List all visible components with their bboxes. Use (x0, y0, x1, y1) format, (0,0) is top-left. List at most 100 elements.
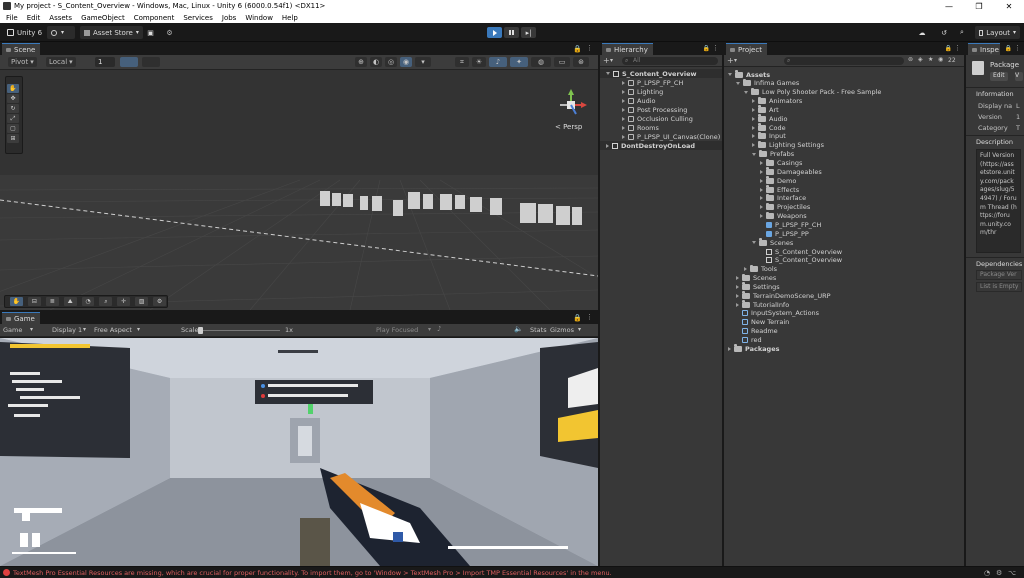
expand-arrow-icon[interactable] (606, 143, 609, 148)
layers-icon[interactable]: ≣ (45, 297, 59, 306)
history-icon[interactable]: ↺ (938, 26, 950, 39)
draw-mode-dropdown[interactable]: ▾ (415, 57, 431, 67)
scale-slider[interactable] (198, 327, 280, 334)
aspect-dropdown[interactable]: Free Aspect (94, 326, 132, 334)
settings-icon[interactable]: ⚙ (996, 569, 1002, 577)
rotate-tool-icon[interactable]: ↻ (7, 104, 19, 113)
lock-icon[interactable]: 🔒 (573, 45, 582, 53)
project-item[interactable]: Art (752, 105, 779, 114)
hierarchy-item[interactable]: Post Processing (622, 105, 687, 114)
hierarchy-item[interactable]: Occlusion Culling (622, 114, 693, 123)
project-item[interactable]: Animators (752, 96, 802, 106)
menu-jobs[interactable]: Jobs (222, 14, 236, 22)
collapse-arrow-icon[interactable] (728, 73, 732, 76)
expand-arrow-icon[interactable] (760, 169, 763, 174)
step-button[interactable]: ▸| (521, 27, 536, 38)
lighting-icon[interactable]: ☀ (472, 57, 486, 67)
collapse-arrow-icon[interactable] (752, 152, 756, 156)
transform-tool-icon[interactable]: ⊞ (7, 134, 19, 143)
hierarchy-item[interactable]: Rooms (622, 123, 659, 132)
expand-arrow-icon[interactable] (622, 98, 625, 103)
expand-arrow-icon[interactable] (622, 134, 625, 139)
more-icon[interactable]: ⋮ (586, 313, 593, 321)
move-tool-icon[interactable]: ✥ (7, 94, 19, 103)
menu-edit[interactable]: Edit (27, 14, 41, 22)
project-search[interactable]: ⌕ (784, 57, 904, 65)
visibility-icon[interactable]: ◉ (938, 56, 943, 63)
project-item[interactable]: Code (752, 123, 786, 132)
scene-view[interactable]: ✋ ✥ ↻ ⤢ ▢ ⊞ < Persp ✋ ⊟ ≣ ⛰ ◔ ⌕ ✛ ▨ ⚙ (0, 70, 598, 310)
expand-arrow-icon[interactable] (728, 346, 731, 351)
project-item[interactable]: Input (752, 131, 786, 141)
lock-icon[interactable]: 🔒 (703, 45, 710, 52)
menu-file[interactable]: File (6, 14, 18, 22)
project-item[interactable]: S_Content_Overview (760, 256, 842, 265)
grid-snap-toggle[interactable] (120, 57, 138, 67)
expand-arrow-icon[interactable] (752, 143, 755, 148)
account-dropdown[interactable]: ▾ (47, 26, 75, 39)
project-item[interactable]: red (736, 336, 762, 345)
cross-icon[interactable]: ✛ (117, 297, 131, 306)
hierarchy-search[interactable]: ⌕ All (622, 57, 718, 65)
filter-label-icon[interactable]: ◈ (918, 56, 923, 63)
add-icon[interactable]: + (603, 56, 610, 65)
expand-arrow-icon[interactable] (622, 116, 625, 121)
snap-value-input[interactable]: 1 (95, 57, 115, 67)
hand-icon[interactable]: ✋ (10, 297, 23, 306)
orientation-gizmo[interactable] (554, 88, 588, 122)
expand-arrow-icon[interactable] (760, 161, 763, 165)
zoom-icon[interactable]: ⌕ (99, 297, 113, 306)
image-icon[interactable]: ▨ (135, 297, 149, 306)
shaded-icon[interactable]: ◐ (370, 57, 382, 67)
menu-help[interactable]: Help (282, 14, 298, 22)
cloud-icon[interactable]: ☁ (916, 26, 928, 39)
project-item[interactable]: New Terrain (736, 318, 789, 327)
expand-arrow-icon[interactable] (622, 89, 625, 94)
hierarchy-item[interactable]: Audio (622, 96, 655, 105)
cloud-build-icon[interactable]: ⚙ (163, 26, 176, 39)
expand-arrow-icon[interactable] (752, 99, 755, 104)
hierarchy-item[interactable]: DontDestroyOnLoad (600, 141, 722, 150)
expand-arrow-icon[interactable] (752, 107, 755, 112)
grid-icon[interactable]: ⊟ (27, 297, 41, 306)
play-button[interactable] (487, 27, 502, 38)
expand-arrow-icon[interactable] (760, 196, 763, 201)
expand-arrow-icon[interactable] (736, 276, 739, 281)
visibility-icon[interactable]: ◍ (531, 57, 551, 67)
menu-component[interactable]: Component (134, 14, 175, 22)
progress-icon[interactable]: ◔ (984, 569, 990, 577)
tab-hierarchy[interactable]: Hierarchy (602, 43, 653, 55)
tab-inspector[interactable]: Inspe (968, 43, 1000, 55)
collapse-arrow-icon[interactable] (736, 81, 740, 85)
project-item[interactable]: Interface (760, 193, 806, 203)
wireframe-icon[interactable]: ◎ (385, 57, 397, 67)
favorite-icon[interactable]: ★ (928, 56, 933, 63)
edit-button[interactable]: Edit (990, 72, 1008, 81)
tab-game[interactable]: Game (2, 312, 40, 324)
tab-project[interactable]: Project (726, 43, 767, 55)
search-icon[interactable]: ⌕ (956, 26, 968, 39)
increment-snap-toggle[interactable] (142, 57, 160, 67)
menu-gameobject[interactable]: GameObject (81, 14, 125, 22)
package-icon[interactable]: ▣ (144, 26, 157, 39)
pause-button[interactable] (504, 27, 519, 38)
expand-arrow-icon[interactable] (736, 284, 739, 289)
gizmos-button[interactable]: Gizmos (550, 326, 574, 334)
expand-arrow-icon[interactable] (760, 178, 763, 183)
center-icon[interactable]: ⊕ (355, 57, 367, 67)
project-item[interactable]: Effects (760, 185, 799, 194)
camera-icon[interactable]: ▭ (554, 57, 570, 67)
project-item[interactable]: Infima Games (736, 78, 799, 88)
stats-button[interactable]: Stats (530, 326, 547, 334)
lock-icon[interactable]: 🔒 (945, 45, 952, 52)
mute-icon[interactable]: ♪ (437, 325, 441, 333)
layout-dropdown[interactable]: Layout ▾ (975, 26, 1020, 39)
project-item[interactable]: Scenes (736, 273, 776, 283)
project-item[interactable]: Lighting Settings (752, 140, 824, 150)
expand-arrow-icon[interactable] (736, 293, 739, 298)
maximize-button[interactable]: ❐ (964, 0, 994, 12)
gizmos-icon[interactable]: ⊛ (573, 57, 589, 67)
expand-arrow-icon[interactable] (744, 267, 747, 272)
expand-arrow-icon[interactable] (760, 214, 763, 219)
project-item[interactable]: Audio (752, 114, 787, 123)
